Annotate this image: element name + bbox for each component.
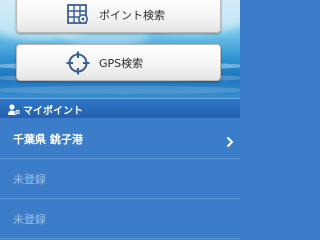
user-pin-icon <box>7 102 21 116</box>
my-points-header-label: マイポイント <box>23 106 83 117</box>
chevron-right-icon <box>226 133 234 147</box>
gps-search-button[interactable]: GPS検索 <box>16 44 221 81</box>
my-point-item-label: 未登録 <box>13 212 46 226</box>
my-point-item-2[interactable]: 未登録 <box>0 159 240 199</box>
my-point-item-1[interactable]: 千葉県 銚子港 <box>0 119 240 159</box>
my-points-header: マイポイント <box>0 98 240 118</box>
my-point-item-label: 未登録 <box>13 172 46 186</box>
map-pin-grid-icon <box>65 2 91 28</box>
point-search-button[interactable]: ポイント検索 <box>16 0 221 33</box>
gps-search-label: GPS検索 <box>99 56 144 70</box>
crosshair-target-icon <box>65 50 91 76</box>
my-point-item-3[interactable]: 未登録 <box>0 199 240 239</box>
my-point-item-label: 千葉県 銚子港 <box>13 132 83 146</box>
my-points-list: 千葉県 銚子港 未登録 未登録 <box>0 119 240 240</box>
point-search-label: ポイント検索 <box>99 8 165 22</box>
